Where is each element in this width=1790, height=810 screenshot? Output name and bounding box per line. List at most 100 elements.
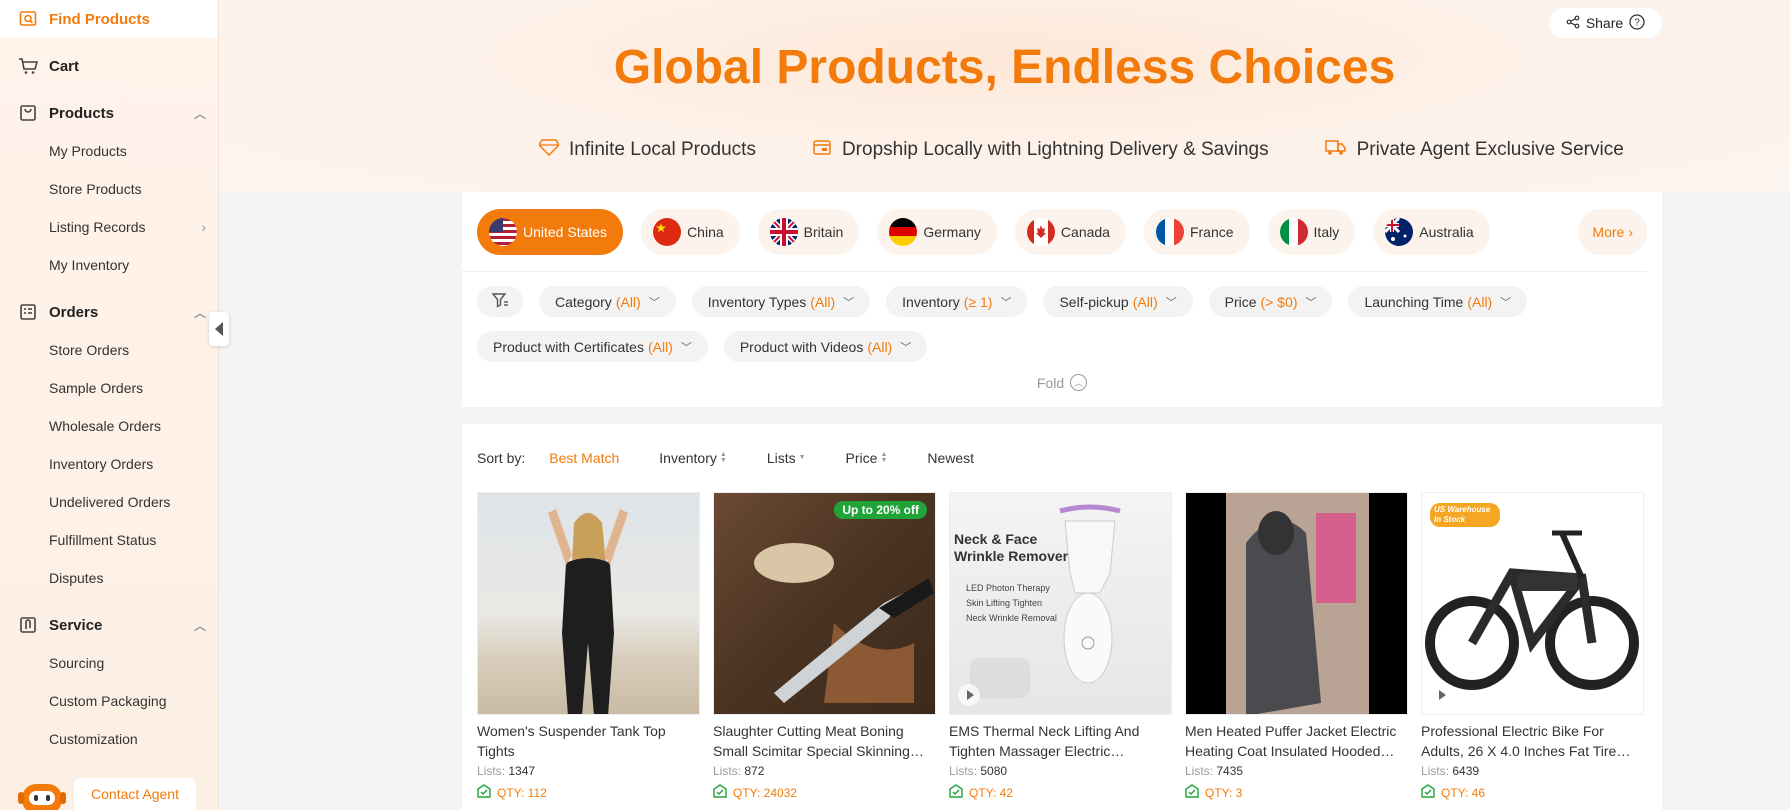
- feature-label: Dropship Locally with Lightning Delivery…: [841, 139, 1269, 160]
- filter-value: (> $0): [1260, 293, 1298, 310]
- feature-label: Infinite Local Products: [569, 139, 756, 160]
- sidebar-item-sample-orders[interactable]: Sample Orders: [0, 369, 218, 407]
- filter-videos[interactable]: Product with Videos (All) ﹀: [723, 331, 928, 362]
- chevron-down-icon: ﹀: [1165, 296, 1177, 309]
- more-countries-button[interactable]: More ›: [1578, 208, 1647, 255]
- filter-launching-time[interactable]: Launching Time (All) ﹀: [1348, 286, 1528, 317]
- country-label: Germany: [923, 223, 981, 240]
- chevron-up-circle-icon: ︿: [1070, 374, 1088, 391]
- filter-certificates[interactable]: Product with Certificates (All) ﹀: [477, 331, 708, 362]
- filter-inventory[interactable]: Inventory (≥ 1) ﹀: [886, 286, 1028, 317]
- filter-inventory-types[interactable]: Inventory Types (All) ﹀: [691, 286, 871, 317]
- sidebar-group-orders[interactable]: Orders ︿: [0, 293, 218, 331]
- lists-label: Lists:: [1421, 764, 1450, 778]
- qty-value: QTY: 46: [1441, 785, 1486, 800]
- feature-item: Infinite Local Products: [538, 138, 756, 162]
- country-china[interactable]: China: [641, 208, 740, 255]
- product-card[interactable]: Men Heated Puffer Jacket Electric Heatin…: [1185, 492, 1408, 801]
- lists-label: Lists:: [477, 764, 506, 778]
- chevron-down-icon: ﹀: [1000, 296, 1012, 309]
- country-united-states[interactable]: United States: [477, 208, 624, 255]
- sort-price[interactable]: Price ▲ ▼: [846, 450, 888, 466]
- product-card[interactable]: Neck & Face Wrinkle Remover LED Photon T…: [949, 492, 1172, 801]
- sidebar-item-my-inventory[interactable]: My Inventory: [0, 246, 218, 284]
- australia-flag-icon: [1385, 217, 1414, 246]
- product-title[interactable]: EMS Thermal Neck Lifting And Tighten Mas…: [949, 721, 1172, 761]
- sidebar-item-sourcing[interactable]: Sourcing: [0, 644, 218, 682]
- clip-icon: [18, 615, 38, 635]
- product-title[interactable]: Slaughter Cutting Meat Boning Small Scim…: [713, 721, 936, 761]
- play-video-icon[interactable]: [1430, 684, 1452, 706]
- country-australia[interactable]: Australia: [1373, 208, 1490, 255]
- filter-category[interactable]: Category (All) ﹀: [539, 286, 676, 317]
- sidebar-item-store-orders[interactable]: Store Orders: [0, 331, 218, 369]
- sidebar-item-listing-records[interactable]: Listing Records ›: [0, 208, 218, 246]
- country-italy[interactable]: Italy: [1267, 208, 1356, 255]
- sidebar-item-my-products[interactable]: My Products: [0, 132, 218, 170]
- product-title[interactable]: Professional Electric Bike For Adults, 2…: [1421, 721, 1644, 761]
- sidebar-item-fulfillment-status[interactable]: Fulfillment Status: [0, 521, 218, 559]
- play-video-icon[interactable]: [958, 684, 980, 706]
- sidebar-item-label: Find Products: [49, 10, 150, 28]
- chevron-up-icon: ︿: [193, 106, 206, 121]
- sidebar-item-store-products[interactable]: Store Products: [0, 170, 218, 208]
- sort-newest[interactable]: Newest: [927, 450, 974, 466]
- product-title[interactable]: Women's Suspender Tank Top Tights: [477, 721, 700, 761]
- product-card[interactable]: Up to 20% off Slaughter Cutting Meat Bon…: [713, 492, 936, 801]
- sidebar-item-wholesale-orders[interactable]: Wholesale Orders: [0, 407, 218, 445]
- collapse-sidebar-button[interactable]: [209, 312, 229, 346]
- country-label: United States: [523, 223, 608, 240]
- sidebar-group-service[interactable]: Service ︿: [0, 606, 218, 644]
- product-lists: Lists: 1347: [477, 764, 700, 778]
- country-britain[interactable]: Britain: [757, 208, 860, 255]
- sidebar-item-undelivered-orders[interactable]: Undelivered Orders: [0, 483, 218, 521]
- product-qty: QTY: 24032: [713, 784, 936, 801]
- product-card[interactable]: US Warehouse In Stock Professional Elect…: [1421, 492, 1644, 801]
- search-box-icon: [18, 9, 38, 29]
- country-france[interactable]: France: [1143, 208, 1250, 255]
- product-lists: Lists: 6439: [1421, 764, 1644, 778]
- sort-inventory[interactable]: Inventory ▲ ▼: [659, 450, 727, 466]
- country-label: France: [1189, 223, 1234, 240]
- sidebar-item-cart[interactable]: Cart: [0, 47, 218, 85]
- sidebar-item-inventory-orders[interactable]: Inventory Orders: [0, 445, 218, 483]
- product-results: Sort by: Best Match Inventory ▲ ▼ Lists ▼ P…: [462, 424, 1662, 810]
- sort-bar: Sort by: Best Match Inventory ▲ ▼ Lists ▼ P…: [462, 424, 1662, 492]
- contact-agent-widget[interactable]: Contact Agent: [14, 774, 200, 810]
- qty-value: QTY: 24032: [733, 785, 798, 800]
- lists-value: 1347: [508, 764, 536, 778]
- country-germany[interactable]: Germany: [877, 208, 997, 255]
- product-card[interactable]: Women's Suspender Tank Top Tights Lists:…: [477, 492, 700, 801]
- product-image[interactable]: [1185, 492, 1408, 715]
- sidebar-item-find-products[interactable]: Find Products: [0, 0, 218, 38]
- product-image[interactable]: Up to 20% off: [713, 492, 936, 715]
- contact-agent-button[interactable]: Contact Agent: [74, 778, 196, 810]
- sort-best-match[interactable]: Best Match: [549, 450, 619, 466]
- china-flag-icon: [653, 217, 682, 246]
- warehouse-check-icon: [713, 784, 727, 801]
- product-image[interactable]: Neck & Face Wrinkle Remover LED Photon T…: [949, 492, 1172, 715]
- sidebar-item-customization[interactable]: Customization: [0, 720, 218, 758]
- sort-lists[interactable]: Lists ▼: [767, 450, 806, 466]
- lists-label: Lists:: [713, 764, 742, 778]
- feature-item: Dropship Locally with Lightning Delivery…: [812, 138, 1269, 162]
- product-title[interactable]: Men Heated Puffer Jacket Electric Heatin…: [1185, 721, 1408, 761]
- filter-label: Launching Time: [1364, 293, 1464, 310]
- sidebar-item-disputes[interactable]: Disputes: [0, 559, 218, 597]
- chevron-up-icon: ︿: [193, 618, 206, 633]
- sidebar-group-products[interactable]: Products ︿: [0, 94, 218, 132]
- feature-list: Infinite Local Products Dropship Locally…: [538, 138, 1624, 162]
- product-image[interactable]: [477, 492, 700, 715]
- sidebar-group-label: Products: [49, 104, 115, 122]
- filter-toggle-button[interactable]: [477, 286, 523, 317]
- filter-self-pickup[interactable]: Self-pickup (All) ﹀: [1043, 286, 1193, 317]
- sort-option-label: Inventory: [659, 450, 717, 466]
- product-image[interactable]: US Warehouse In Stock: [1421, 492, 1644, 715]
- share-button[interactable]: Share ?: [1549, 8, 1662, 38]
- sidebar-item-custom-packaging[interactable]: Custom Packaging: [0, 682, 218, 720]
- filter-price[interactable]: Price (> $0) ﹀: [1208, 286, 1333, 317]
- chevron-right-icon: ›: [201, 219, 206, 235]
- country-label: China: [687, 223, 724, 240]
- country-canada[interactable]: Canada: [1014, 208, 1126, 255]
- fold-button[interactable]: Fold ︿: [462, 374, 1662, 407]
